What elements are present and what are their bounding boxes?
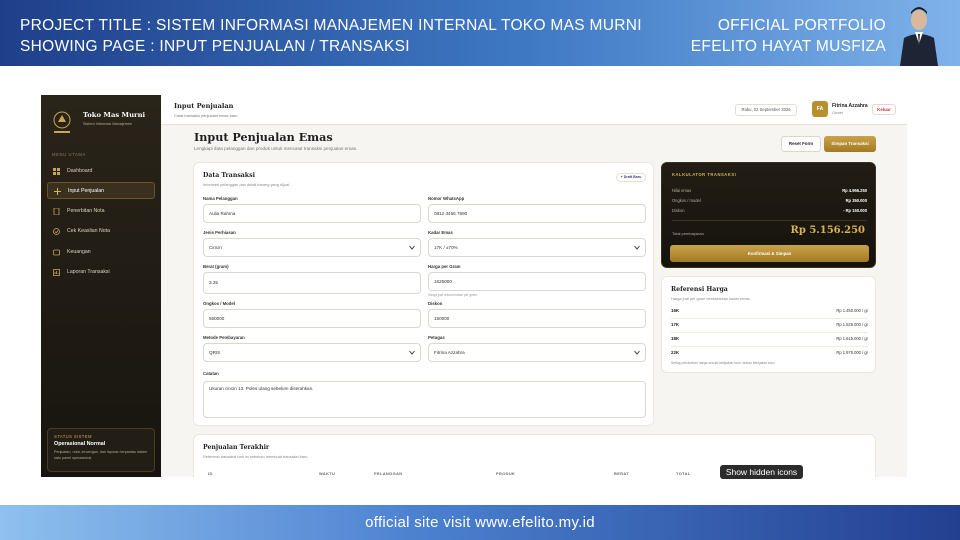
- column-header-total: TOTAL: [676, 471, 691, 476]
- fee-input[interactable]: 550000: [203, 309, 421, 328]
- staff-label: Petugas: [428, 335, 445, 340]
- customer-name-input[interactable]: Aulia Rahma: [203, 204, 421, 223]
- price-reference-subtitle: Harga jual per gram berdasarkan kadar em…: [671, 296, 751, 301]
- confirm-save-button[interactable]: Konfirmasi & Simpan: [670, 245, 869, 262]
- reset-form-button[interactable]: Reset Form: [781, 136, 821, 152]
- discount-input[interactable]: 150000: [428, 309, 646, 328]
- price-per-gram-label: Harga per Gram: [428, 264, 461, 269]
- calc-value: Rp 350.000: [845, 198, 867, 203]
- whatsapp-input[interactable]: 0812 3456 7890: [428, 204, 646, 223]
- calc-value: Rp 4.956.250: [842, 188, 867, 193]
- save-transaction-button[interactable]: Simpan Transaksi: [824, 136, 876, 152]
- chevron-down-icon: [634, 245, 640, 250]
- total-value: Rp 5.156.250: [790, 225, 865, 236]
- calc-row-discount: Diskon - Rp 150.000: [672, 208, 867, 213]
- page-heading: Input Penjualan Emas: [194, 130, 333, 144]
- calc-divider: [672, 220, 867, 221]
- showing-page: SHOWING PAGE : INPUT PENJUALAN / TRANSAK…: [20, 38, 410, 55]
- price-value: Rp 1.615.000 / gr: [836, 336, 868, 341]
- gold-grade-label: Kadar Emas: [428, 230, 453, 235]
- jewelry-type-select[interactable]: Cincin: [203, 238, 421, 257]
- portfolio-label: OFFICIAL PORTFOLIO: [717, 17, 886, 34]
- price-row: 22K Rp 1.975.000 / gr: [671, 347, 868, 361]
- transaction-calculator: KALKULATOR TRANSAKSI Nilai emas Rp 4.956…: [661, 162, 876, 268]
- column-header-weight: BERAT: [614, 471, 630, 476]
- discount-label: Diskon: [428, 301, 443, 306]
- price-hint: Harga jual rekomendasi per gram.: [428, 293, 478, 297]
- payment-select[interactable]: QRIS: [203, 343, 421, 362]
- price-reference-card: Referensi Harga Harga jual per gram berd…: [661, 276, 876, 373]
- whatsapp-label: Nomor WhatsApp: [428, 196, 465, 201]
- banner-titles: PROJECT TITLE : SISTEM INFORMASI MANAJEM…: [20, 15, 642, 57]
- calc-label: Diskon: [672, 208, 685, 213]
- tooltip: Show hidden icons: [720, 465, 803, 479]
- author-name: EFELITO HAYAT MUSFIZA: [690, 38, 886, 55]
- staff-value: Fitrina Azzahra: [434, 350, 465, 355]
- recent-sales-title: Penjualan Terakhir: [203, 444, 270, 451]
- price-row: 18K Rp 1.615.000 / gr: [671, 333, 868, 347]
- gold-grade-select[interactable]: 17K / ±70%: [428, 238, 646, 257]
- footer[interactable]: official site visit www.efelito.my.id: [0, 505, 960, 540]
- main-content: Input Penjualan Emas Lengkapi data pelan…: [41, 95, 907, 477]
- calc-value: - Rp 150.000: [843, 208, 867, 213]
- chevron-down-icon: [634, 350, 640, 355]
- price-grade: 22K: [671, 350, 680, 355]
- notes-label: Catatan: [203, 371, 219, 376]
- price-row: 17K Rp 1.525.000 / gr: [671, 319, 868, 333]
- jewelry-type-value: Cincin: [209, 245, 222, 250]
- page-subheading: Lengkapi data pelanggan dan produk untuk…: [194, 146, 358, 151]
- column-header-id: ID: [208, 471, 213, 476]
- notes-textarea[interactable]: Ukuran cincin 13. Poles ulang sebelum di…: [203, 381, 646, 418]
- customer-name-label: Nama Pelanggan: [203, 196, 238, 201]
- payment-label: Metode Pembayaran: [203, 335, 245, 340]
- fee-label: Ongkos / Model: [203, 301, 235, 306]
- calc-label: Nilai emas: [672, 188, 692, 193]
- calc-row-fee: Ongkos / model Rp 350.000: [672, 198, 867, 203]
- price-reference-title: Referensi Harga: [671, 286, 728, 293]
- price-per-gram-input[interactable]: 1625000: [428, 272, 646, 291]
- form-subtitle: Informasi pelanggan dan detail barang ya…: [203, 182, 291, 187]
- column-header-customer: PELANGGAN: [374, 471, 403, 476]
- payment-value: QRIS: [209, 350, 221, 355]
- gold-grade-value: 17K / ±70%: [434, 245, 458, 250]
- form-title: Data Transaksi: [203, 172, 255, 179]
- weight-label: Berat (gram): [203, 264, 229, 269]
- transaction-form-card: Data Transaksi Informasi pelanggan dan d…: [193, 162, 654, 426]
- price-grade: 18K: [671, 336, 680, 341]
- price-grade: 17K: [671, 322, 680, 327]
- price-value: Rp 1.450.000 / gr: [836, 308, 868, 313]
- chevron-down-icon: [409, 350, 415, 355]
- column-header-time: WAKTU: [319, 471, 336, 476]
- portfolio-banner: PROJECT TITLE : SISTEM INFORMASI MANAJEM…: [0, 0, 960, 66]
- price-row: 16K Rp 1.450.000 / gr: [671, 305, 868, 319]
- draft-badge[interactable]: + Draft Baru: [616, 173, 646, 182]
- calc-label: Ongkos / model: [672, 198, 701, 203]
- weight-input[interactable]: 3.25: [203, 272, 421, 294]
- staff-select[interactable]: Fitrina Azzahra: [428, 343, 646, 362]
- project-title: PROJECT TITLE : SISTEM INFORMASI MANAJEM…: [20, 17, 642, 34]
- column-header-product: PRODUK: [496, 471, 516, 476]
- banner-author: OFFICIAL PORTFOLIO EFELITO HAYAT MUSFIZA: [691, 15, 886, 57]
- chevron-down-icon: [409, 245, 415, 250]
- price-value: Rp 1.975.000 / gr: [836, 350, 868, 355]
- price-value: Rp 1.525.000 / gr: [836, 322, 868, 327]
- calculator-title: KALKULATOR TRANSAKSI: [672, 172, 737, 177]
- recent-sales-subtitle: Referensi transaksi hari ini sebelum mem…: [203, 454, 309, 459]
- price-grade: 16K: [671, 308, 680, 313]
- price-reference-note: Setiap perubahan harga sesuai kebijakan …: [671, 361, 776, 365]
- author-photo: [900, 7, 938, 66]
- jewelry-type-label: Jenis Perhiasan: [203, 230, 236, 235]
- total-label: Total pembayaran: [672, 231, 704, 236]
- calc-row-gold-value: Nilai emas Rp 4.956.250: [672, 188, 867, 193]
